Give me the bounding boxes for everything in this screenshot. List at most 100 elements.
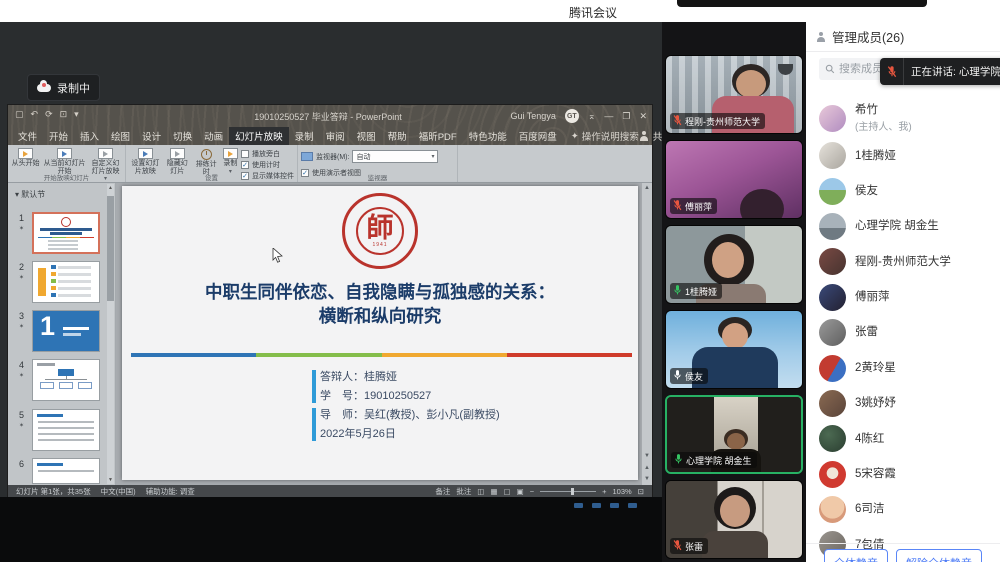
slideshow-icon[interactable]: ⊡ — [60, 109, 68, 120]
qat-dropdown-icon[interactable]: ▾ — [74, 109, 79, 120]
participant-row[interactable]: 2黄玲星 — [806, 350, 1000, 385]
scroll-down-icon[interactable]: ▼ — [642, 453, 652, 459]
tab-file[interactable]: 文件 — [12, 127, 43, 145]
zoom-percentage[interactable]: 103% — [613, 487, 632, 496]
slide-sorter-icon[interactable]: ▦ — [490, 487, 497, 496]
avatar — [819, 355, 846, 382]
participant-row[interactable]: 6司洁 — [806, 492, 1000, 527]
slide-thumbnail-1[interactable] — [32, 212, 100, 254]
language-indicator[interactable]: 中文(中国) — [101, 486, 136, 497]
mute-all-button[interactable]: 全体静音 — [824, 549, 888, 562]
participant-row[interactable]: 4陈红 — [806, 421, 1000, 456]
scroll-up-icon[interactable]: ▲ — [642, 185, 652, 191]
mic-muted-icon — [880, 58, 904, 85]
tab-baidu-netdisk[interactable]: 百度网盘 — [513, 127, 563, 145]
video-tile-zhanglei[interactable]: 张雷 — [665, 480, 803, 559]
avatar — [819, 319, 846, 346]
play-narration-checkbox[interactable]: 播放旁白 — [241, 149, 294, 158]
monitor-select[interactable]: 自动▾ — [352, 150, 438, 163]
previous-slide-icon[interactable]: ▲ — [642, 465, 652, 471]
scroll-up-icon[interactable]: ▲ — [107, 185, 114, 191]
scroll-down-icon[interactable]: ▼ — [107, 477, 114, 483]
participant-row[interactable]: 5宋容霞 — [806, 457, 1000, 492]
participant-row[interactable]: 侯友 — [806, 173, 1000, 208]
slideshow-view-icon[interactable]: ▣ — [517, 487, 524, 496]
video-tile-fuliping[interactable]: 傅丽萍 — [665, 140, 803, 219]
slide-thumbnail-2[interactable] — [32, 261, 100, 303]
zoom-out-button[interactable]: − — [530, 487, 534, 496]
tab-slideshow[interactable]: 幻灯片放映 — [229, 127, 289, 145]
slide-scrollbar[interactable]: ▲ ▼ ▲ ▼ — [642, 183, 652, 485]
zoom-slider[interactable] — [540, 491, 596, 492]
tab-home[interactable]: 开始 — [43, 127, 74, 145]
participant-list: 希竹 (主持人、我) 1桂腾娅 侯友 心理学院 胡金生 程刚-贵州师范大学 傅丽… — [806, 98, 1000, 562]
section-label[interactable]: ▾ 默认节 — [15, 189, 45, 200]
collapsed-toolbar-handle[interactable] — [677, 0, 927, 7]
tab-foxit-pdf[interactable]: 福昕PDF — [413, 127, 463, 145]
close-button[interactable]: ✕ — [639, 111, 647, 122]
account-name[interactable]: Gui Tengya — [510, 111, 555, 121]
slide-thumbnail-6[interactable] — [32, 458, 100, 484]
taskbar-icon[interactable] — [574, 503, 583, 508]
taskbar-icon[interactable] — [628, 503, 637, 508]
use-timings-checkbox[interactable]: ✓ 使用计时 — [241, 160, 294, 169]
normal-view-icon[interactable]: ◫ — [477, 487, 484, 496]
mic-active-icon — [674, 453, 683, 467]
minimize-button[interactable]: — — [604, 111, 613, 121]
share-button[interactable]: 共享 — [639, 127, 662, 145]
ribbon-group-setup: 设置幻灯片放映 隐藏幻灯片 排练计时 录制▾ 播放旁白 — [126, 145, 298, 182]
tab-view[interactable]: 视图 — [351, 127, 382, 145]
ribbon-options-icon[interactable]: ⌅ — [588, 111, 596, 122]
zoom-in-button[interactable]: + — [602, 487, 606, 496]
video-tile-houyou[interactable]: 侯友 — [665, 310, 803, 389]
from-beginning-button[interactable]: 从头开始 — [11, 147, 40, 168]
slide-thumbnail-5[interactable] — [32, 409, 100, 451]
video-tile-chenggang[interactable]: 程刚-贵州师范大学 — [665, 55, 803, 134]
tab-record[interactable]: 录制 — [289, 127, 320, 145]
fit-slide-icon[interactable]: ⊡ — [638, 487, 644, 496]
tab-transitions[interactable]: 切换 — [167, 127, 198, 145]
reading-view-icon[interactable]: ▢ — [504, 487, 511, 496]
slide-number: 5 — [19, 410, 24, 420]
slide-thumbnail-4[interactable] — [32, 359, 100, 401]
notes-toggle[interactable]: 备注 — [435, 486, 450, 497]
tab-special-features[interactable]: 特色功能 — [463, 127, 513, 145]
taskbar-icon[interactable] — [592, 503, 601, 508]
recording-badge[interactable]: 录制中 — [27, 74, 100, 101]
participant-row[interactable]: 1桂腾娅 — [806, 138, 1000, 173]
tab-help[interactable]: 帮助 — [382, 127, 413, 145]
participant-row[interactable]: 希竹 (主持人、我) — [806, 98, 1000, 138]
tab-design[interactable]: 设计 — [136, 127, 167, 145]
next-slide-icon[interactable]: ▼ — [642, 476, 652, 482]
accessibility-status[interactable]: 辅助功能: 调查 — [146, 486, 195, 497]
participant-row[interactable]: 张雷 — [806, 315, 1000, 350]
participant-row[interactable]: 心理学院 胡金生 — [806, 209, 1000, 244]
participant-row[interactable]: 傅丽萍 — [806, 280, 1000, 315]
video-tile-guitengya[interactable]: 1桂腾娅 — [665, 225, 803, 304]
tab-review[interactable]: 审阅 — [320, 127, 351, 145]
mic-active-icon — [673, 284, 682, 298]
slide-canvas[interactable]: 師 1941 中职生同伴依恋、自我隐瞒与孤独感的关系： 横断和纵向研究 — [122, 186, 638, 480]
members-icon — [816, 32, 826, 42]
animation-star-icon: ✶ — [19, 225, 24, 232]
unmute-all-button[interactable]: 解除全体静音 — [896, 549, 982, 562]
powerpoint-window: ▢ ↶ ⟳ ⊡ ▾ 19010250527 毕业答辩 - PowerPoint … — [8, 105, 652, 497]
taskbar-icon[interactable] — [610, 503, 619, 508]
save-icon[interactable]: ▢ — [15, 109, 24, 120]
tell-me-search[interactable]: ✦ 操作说明搜索 — [571, 127, 639, 145]
participant-row[interactable]: 3姚妤妤 — [806, 386, 1000, 421]
participant-row[interactable]: 程刚-贵州师范大学 — [806, 244, 1000, 279]
tab-animations[interactable]: 动画 — [198, 127, 229, 145]
account-avatar[interactable]: GT — [565, 109, 579, 123]
tab-draw[interactable]: 绘图 — [105, 127, 136, 145]
restore-button[interactable]: ❐ — [622, 111, 630, 122]
mic-muted-icon — [673, 539, 682, 553]
comments-toggle[interactable]: 批注 — [456, 486, 471, 497]
video-tile-hujinsheng-active-speaker[interactable]: 心理学院 胡金生 — [665, 395, 803, 474]
undo-icon[interactable]: ↶ — [31, 109, 39, 120]
tab-insert[interactable]: 插入 — [74, 127, 105, 145]
slide-thumbnail-3[interactable]: 1 — [32, 310, 100, 352]
thumbnail-scrollbar[interactable]: ▲ ▼ — [107, 184, 114, 484]
redo-icon[interactable]: ⟳ — [45, 109, 53, 120]
avatar — [819, 284, 846, 311]
